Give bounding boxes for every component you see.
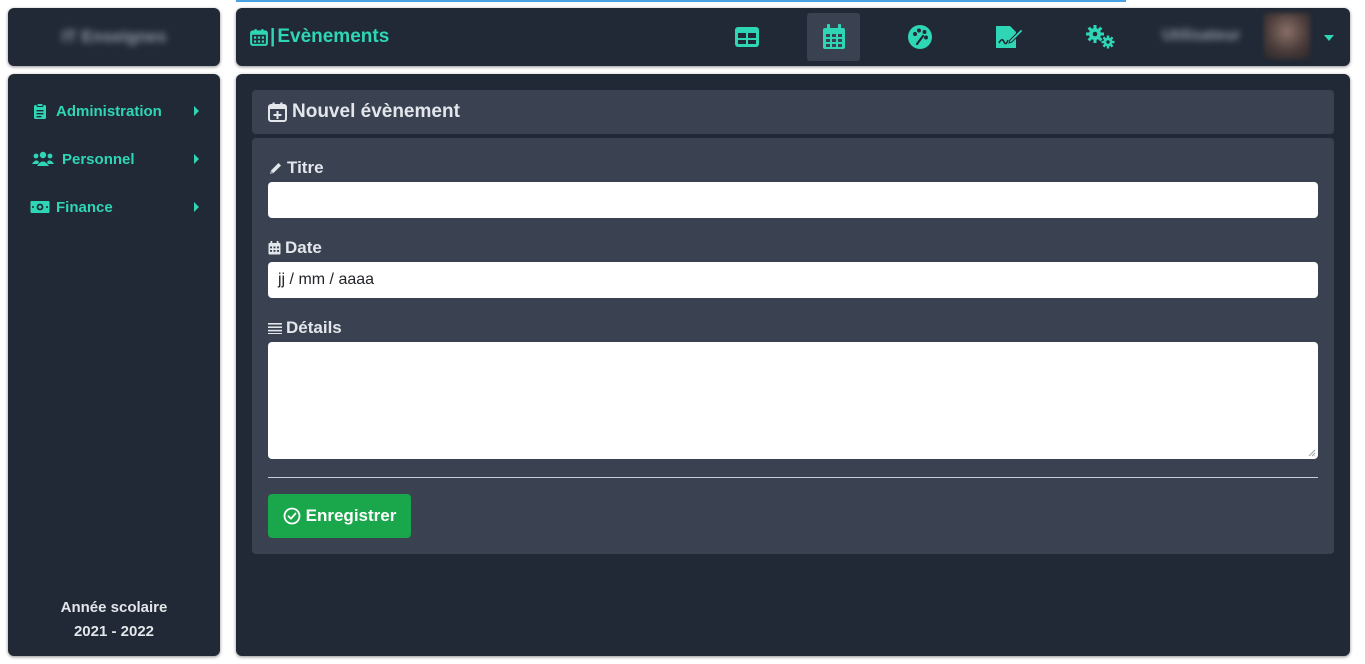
- signature-icon: [995, 26, 1024, 48]
- calendar-icon: [250, 29, 268, 46]
- school-year-label: Année scolaire: [60, 599, 168, 616]
- details-label: Détails: [268, 318, 342, 338]
- date-label: Date: [268, 238, 322, 258]
- caret-down-icon[interactable]: [1323, 34, 1335, 42]
- align-justify-icon: [268, 323, 282, 334]
- divider: [268, 477, 1318, 478]
- sidebar-item-label: Personnel: [62, 150, 135, 168]
- form-header: Nouvel évènement: [252, 90, 1334, 134]
- avatar[interactable]: [1264, 13, 1310, 59]
- money-icon: [30, 200, 50, 214]
- school-year-value: 2021 - 2022: [73, 623, 155, 640]
- page-title-text: Evènements: [277, 26, 390, 47]
- nav-settings-button[interactable]: [1074, 13, 1127, 61]
- user-name[interactable]: Utilisateur: [1162, 27, 1240, 45]
- brand-card[interactable]: IT Enseignes: [8, 8, 220, 66]
- sidebar-item-administration[interactable]: Administration: [30, 100, 200, 122]
- sidebar-item-label: Administration: [56, 102, 162, 120]
- title-label: Titre: [268, 158, 324, 178]
- pencil-icon: [270, 162, 281, 174]
- sidebar-item-personnel[interactable]: Personnel: [30, 148, 200, 170]
- cogs-icon: [1085, 25, 1114, 49]
- sidebar-item-label: Finance: [56, 198, 113, 216]
- details-textarea[interactable]: [268, 342, 1318, 459]
- top-navbar: | Evènements Utilisateur: [236, 8, 1350, 66]
- brand-name: IT Enseignes: [61, 27, 167, 46]
- check-circle-icon: [283, 507, 301, 525]
- sidebar: Administration Personnel Finance Année s…: [8, 74, 220, 656]
- page-title: | Evènements: [250, 26, 389, 48]
- title-separator: |: [270, 26, 276, 47]
- main-content: Nouvel évènement Titre Date jj / mm / aa…: [236, 74, 1350, 656]
- table-icon: [734, 27, 759, 47]
- calendar-icon: [822, 24, 845, 49]
- caret-right-icon: [194, 106, 199, 116]
- users-icon: [30, 151, 56, 167]
- caret-right-icon: [194, 154, 199, 164]
- date-placeholder: jj / mm / aaaa: [278, 271, 375, 288]
- nav-events-button[interactable]: [807, 13, 860, 61]
- palette-icon: [907, 25, 932, 49]
- school-year: Année scolaire 2021 - 2022: [8, 596, 220, 644]
- nav-documents-button[interactable]: [982, 13, 1035, 61]
- date-input[interactable]: jj / mm / aaaa: [268, 262, 1318, 298]
- resize-grip-icon[interactable]: [1308, 449, 1316, 457]
- top-progress-line: [236, 0, 1126, 2]
- nav-dashboard-button[interactable]: [720, 13, 773, 61]
- form-title: Nouvel évènement: [292, 101, 460, 122]
- calendar-icon: [268, 241, 281, 255]
- nav-palette-button[interactable]: [893, 13, 946, 61]
- calendar-plus-icon: [268, 102, 287, 122]
- event-form: Titre Date jj / mm / aaaa Détails Enregi…: [252, 138, 1334, 554]
- caret-right-icon: [194, 202, 199, 212]
- title-input[interactable]: [268, 182, 1318, 218]
- sidebar-item-finance[interactable]: Finance: [30, 196, 200, 218]
- save-button[interactable]: Enregistrer: [268, 494, 411, 538]
- clipboard-icon: [30, 102, 50, 120]
